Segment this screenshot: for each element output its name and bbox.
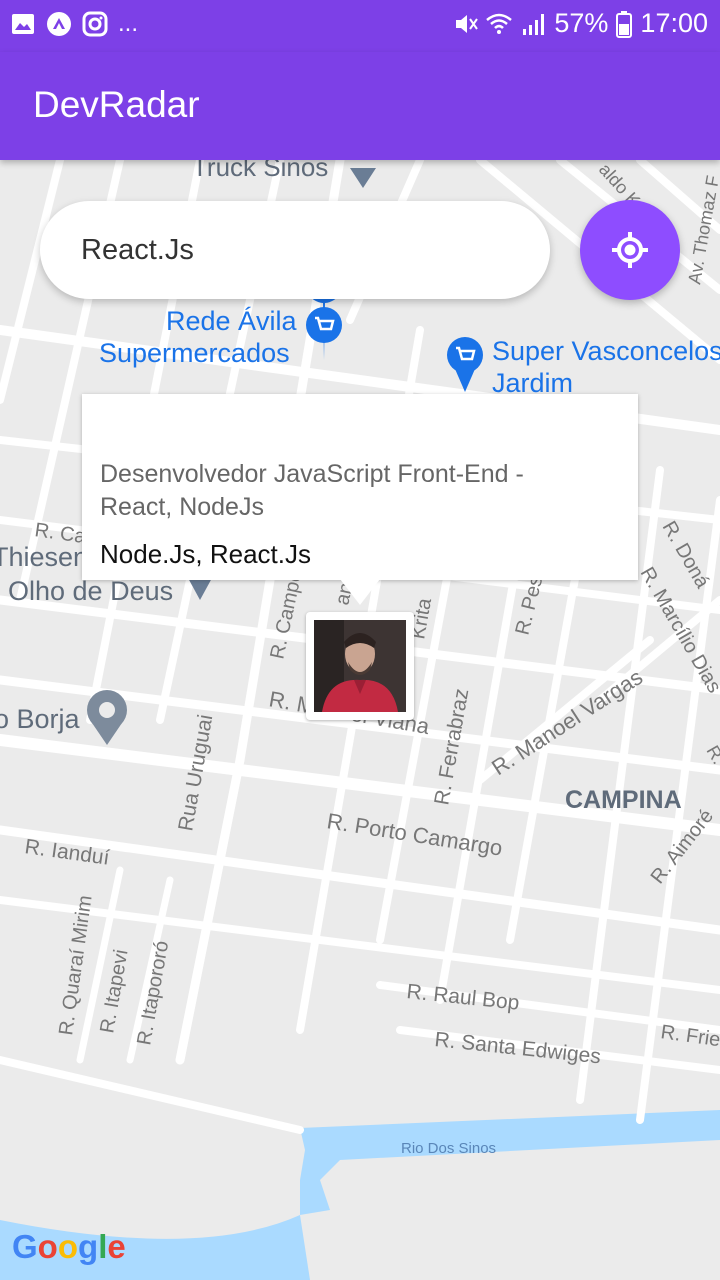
dev-marker[interactable] [306, 612, 414, 720]
dev-techs: Node.Js, React.Js [100, 539, 311, 569]
instagram-icon [82, 11, 108, 37]
callout-arrow [340, 579, 380, 605]
signal-icon [523, 13, 545, 35]
status-bar: ... 57% 17:00 [0, 0, 720, 52]
battery-icon [616, 10, 633, 38]
battery-percent: 57% [554, 8, 609, 38]
label-rio: Rio Dos Sinos [401, 1140, 496, 1157]
clock: 17:00 [640, 8, 708, 38]
dev-callout[interactable]: Desenvolvedor JavaScript Front-End - Rea… [82, 394, 638, 580]
label-super1: Super Vasconcelos [492, 336, 720, 366]
my-location-icon [612, 232, 648, 268]
app-bar: DevRadar [0, 52, 720, 160]
wifi-icon [486, 13, 513, 34]
mute-icon [456, 14, 479, 33]
more-notifications: ... [118, 10, 139, 37]
label-olho: Olho de Deus [8, 576, 173, 606]
label-rede2: Supermercados [99, 338, 290, 368]
google-logo: Google [12, 1228, 126, 1265]
search-techs-input[interactable] [40, 201, 550, 299]
label-campina: CAMPINA [565, 786, 682, 814]
load-devs-button[interactable] [580, 200, 680, 300]
avatar [314, 620, 406, 712]
app-title: DevRadar [33, 84, 200, 125]
dev-bio: Desenvolvedor JavaScript Front-End - Rea… [100, 460, 524, 521]
svg-text:Google: Google [12, 1228, 126, 1265]
label-borja: o Borja [0, 704, 81, 734]
gallery-icon [12, 14, 34, 34]
label-rede1: Rede Ávila [166, 306, 298, 336]
expo-icon [47, 12, 71, 36]
